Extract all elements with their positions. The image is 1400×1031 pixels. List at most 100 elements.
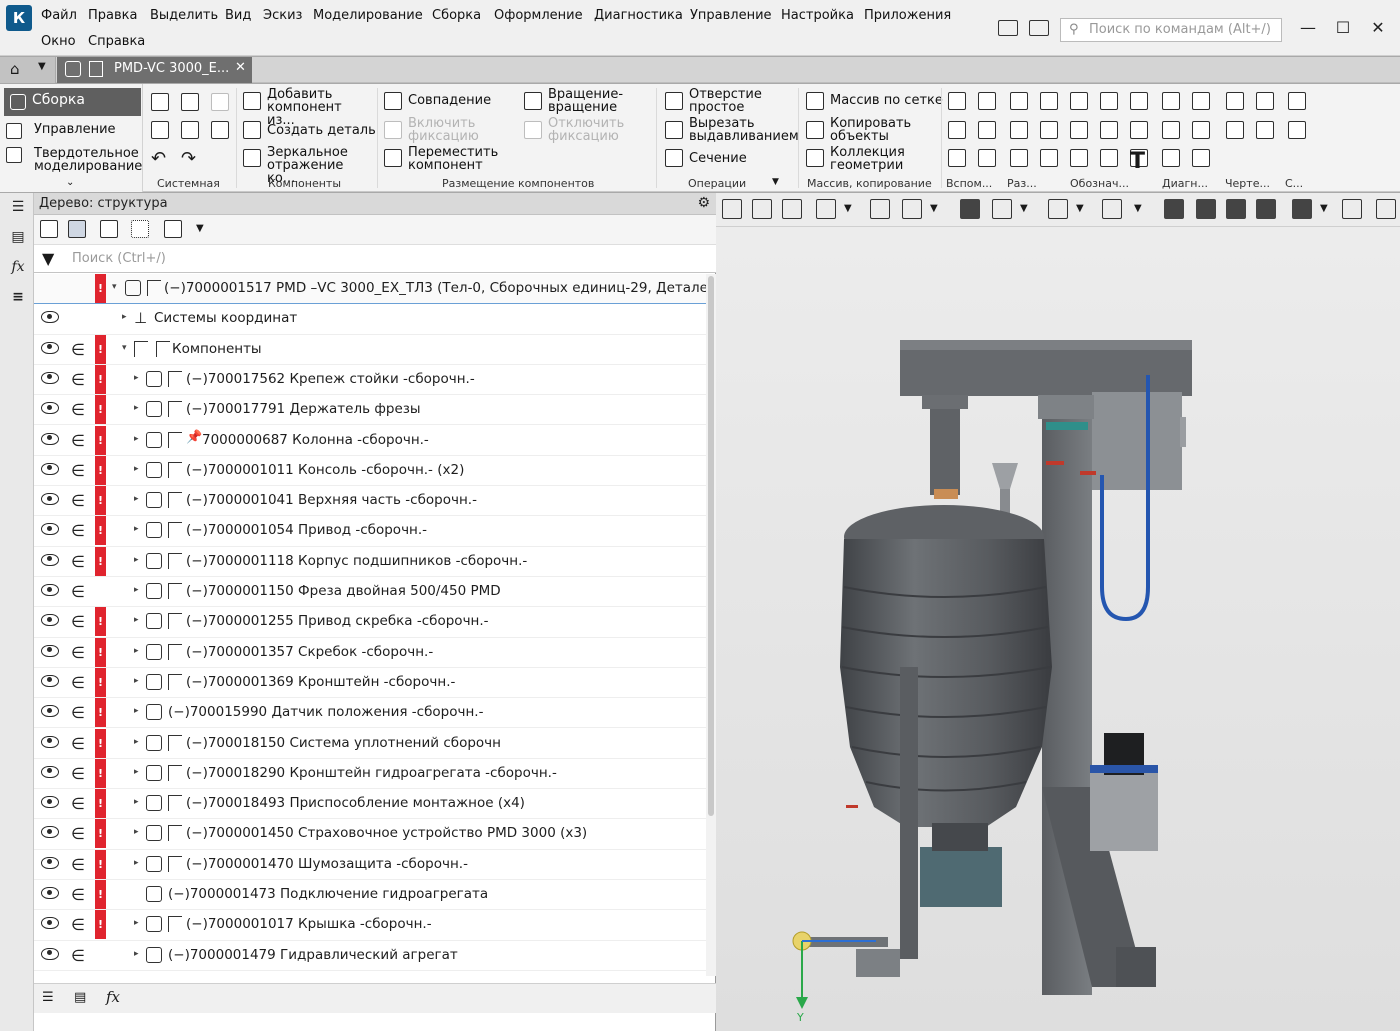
menu-item[interactable]: Окно: [41, 34, 76, 49]
include-icon[interactable]: ∈: [71, 431, 85, 450]
expand-arrow-icon[interactable]: ▸: [134, 434, 139, 444]
ribbon-tool-icon[interactable]: [1040, 121, 1058, 139]
expand-arrow-icon[interactable]: ▸: [122, 312, 127, 322]
tree-root-row[interactable]: ! ▾ (−)7000001517 PMD –VC 3000_EX_ТЛ3 (Т…: [34, 274, 706, 305]
ribbon-tool-icon[interactable]: [1070, 149, 1088, 167]
grid-array-button[interactable]: Массив по сетке: [830, 94, 943, 107]
copy-objects-button[interactable]: Копировать объекты: [830, 117, 925, 143]
visibility-eye-icon[interactable]: [41, 705, 59, 718]
tree-select-icon[interactable]: [131, 220, 149, 238]
command-search-input[interactable]: ⚲ Поиск по командам (Alt+/): [1060, 18, 1282, 42]
home-tab[interactable]: ⌂ ▼: [0, 57, 56, 83]
section-button[interactable]: Сечение: [689, 152, 747, 165]
include-icon[interactable]: ∈: [71, 673, 85, 692]
visibility-eye-icon[interactable]: [41, 584, 59, 596]
tree-row[interactable]: ∈ ▸ (−)7000001150 Фреза двойная 500/450 PM…: [34, 577, 706, 608]
visibility-eye-icon[interactable]: [41, 371, 59, 384]
coincidence-button[interactable]: Совпадение: [408, 94, 491, 107]
chevron-down-icon[interactable]: ▼: [1320, 203, 1328, 214]
expand-arrow-icon[interactable]: ▸: [134, 373, 139, 383]
expand-arrow-icon[interactable]: ▸: [134, 646, 139, 656]
tree-filter-view-icon[interactable]: [100, 220, 118, 238]
menu-item[interactable]: Приложения: [864, 8, 951, 23]
save-icon[interactable]: [211, 93, 229, 111]
ribbon-tool-icon[interactable]: [1100, 92, 1118, 110]
visibility-eye-icon[interactable]: [41, 796, 59, 809]
menu-item[interactable]: Правка: [88, 8, 137, 23]
visibility-eye-icon[interactable]: [41, 917, 59, 930]
ribbon-tool-icon[interactable]: [1130, 92, 1148, 110]
tree-row[interactable]: ∈! ▸ (−)7000001118 Корпус подшипников -сбо…: [34, 546, 706, 577]
hole-simple-button[interactable]: Отверстие простое: [689, 88, 779, 114]
ribbon-tool-icon[interactable]: [1288, 92, 1306, 110]
minimize-button[interactable]: —: [1298, 18, 1318, 38]
include-icon[interactable]: ∈: [71, 370, 85, 389]
document-tab[interactable]: PMD-VC 3000_E... ✕: [57, 57, 252, 83]
visibility-eye-icon[interactable]: [41, 856, 59, 869]
include-icon[interactable]: ∈: [71, 582, 85, 601]
view-tool-icon[interactable]: [752, 199, 772, 219]
tree-row[interactable]: ∈! ▸ (−)7000001041 Верхняя часть -сборочн.…: [34, 486, 706, 517]
view-tool-icon[interactable]: [1164, 199, 1184, 219]
ribbon-tool-icon[interactable]: [1162, 92, 1180, 110]
menu-item[interactable]: Диагностика: [594, 8, 683, 23]
tree-scrollbar-thumb[interactable]: [708, 276, 714, 816]
visibility-eye-icon[interactable]: [41, 341, 59, 354]
disable-fix-button[interactable]: Отключить фиксацию: [548, 117, 638, 143]
chevron-down-icon[interactable]: ▼: [1134, 203, 1142, 214]
ribbon-tool-icon[interactable]: [948, 92, 966, 110]
view-tool-icon[interactable]: [1048, 199, 1068, 219]
visibility-eye-icon[interactable]: [41, 947, 59, 960]
include-icon[interactable]: ∈: [71, 915, 85, 934]
layers-panel-icon[interactable]: ≡: [9, 289, 27, 309]
variables-fx-icon[interactable]: fx: [9, 259, 27, 279]
tree-list-icon[interactable]: [164, 220, 182, 238]
cut-extrude-button[interactable]: Вырезать выдавливанием: [689, 117, 799, 143]
ribbon-tool-icon[interactable]: [1192, 121, 1210, 139]
menu-item[interactable]: Эскиз: [263, 8, 302, 23]
save-all-icon[interactable]: [211, 121, 229, 139]
menu-item[interactable]: Оформление: [494, 8, 583, 23]
expand-arrow-icon[interactable]: ▸: [134, 858, 139, 868]
ribbon-tool-icon[interactable]: [1256, 121, 1274, 139]
menu-item[interactable]: Выделить: [150, 8, 218, 23]
ribbon-tool-icon[interactable]: [1100, 149, 1118, 167]
view-tool-icon[interactable]: [870, 199, 890, 219]
include-icon[interactable]: ∈: [71, 703, 85, 722]
text-tool-icon[interactable]: T: [1130, 149, 1145, 174]
visibility-eye-icon[interactable]: [41, 493, 59, 506]
ribbon-tool-icon[interactable]: [1070, 92, 1088, 110]
expand-chevron-icon[interactable]: ⌄: [66, 177, 74, 188]
tree-row[interactable]: ∈! ▸ (−)700018150 Система уплотнений сборо…: [34, 728, 706, 759]
add-component-button[interactable]: Добавить компонент из...: [267, 88, 372, 127]
tree-panel-icon[interactable]: ☰: [9, 199, 27, 219]
chevron-down-icon[interactable]: ▼: [196, 223, 204, 234]
operations-dropdown-icon[interactable]: ▼: [772, 177, 779, 187]
mode-tab-solid-modeling[interactable]: Твердотельное моделирование: [6, 147, 142, 173]
view-tool-icon[interactable]: [1292, 199, 1312, 219]
tree-search-input[interactable]: Поиск (Ctrl+/): [72, 251, 166, 266]
ribbon-tool-icon[interactable]: [1070, 121, 1088, 139]
include-icon[interactable]: ∈: [71, 461, 85, 480]
ribbon-tool-icon[interactable]: [1288, 121, 1306, 139]
include-icon[interactable]: ∈: [71, 946, 85, 965]
expand-arrow-icon[interactable]: ▸: [134, 524, 139, 534]
expand-arrow-icon[interactable]: ▸: [134, 585, 139, 595]
visibility-eye-icon[interactable]: [41, 735, 59, 748]
tree-row[interactable]: ▸ ⊥ Системы координат: [34, 304, 706, 335]
chevron-down-icon[interactable]: ▼: [1020, 203, 1028, 214]
menu-item[interactable]: Настройка: [781, 8, 854, 23]
menu-item[interactable]: Справка: [88, 34, 145, 49]
tree-row[interactable]: ∈! ▸ 📌 7000000687 Колонна -сборочн.-: [34, 425, 706, 456]
chevron-down-icon[interactable]: ▼: [38, 61, 46, 72]
tree-row[interactable]: ∈! ▸ (−)7000001357 Скребок -сборочн.-: [34, 637, 706, 668]
fx-tab-icon[interactable]: fx: [106, 988, 120, 1006]
ribbon-tool-icon[interactable]: [1010, 149, 1028, 167]
rotation-button[interactable]: Вращение-вращение: [548, 88, 638, 114]
visibility-eye-icon[interactable]: [41, 674, 59, 687]
tree-row[interactable]: ∈ ▸ (−)7000001479 Гидравлический агрегат: [34, 941, 706, 971]
tree-row[interactable]: ∈! ▸ (−)700015990 Датчик положения -сбороч…: [34, 698, 706, 729]
preview-icon[interactable]: [181, 121, 199, 139]
chevron-down-icon[interactable]: ▼: [844, 203, 852, 214]
expand-arrow-icon[interactable]: ▸: [134, 494, 139, 504]
